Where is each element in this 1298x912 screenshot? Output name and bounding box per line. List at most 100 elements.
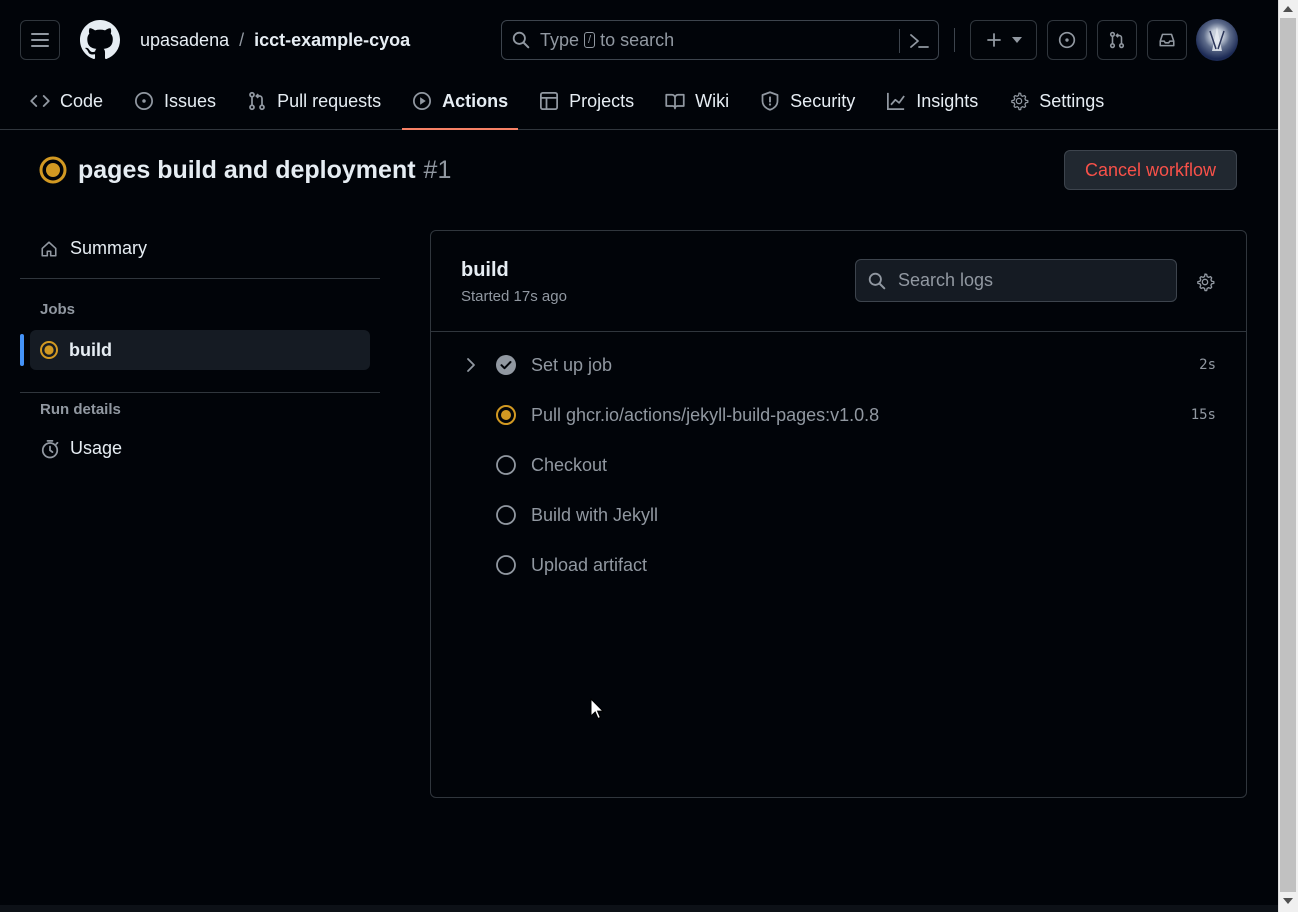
global-search-input[interactable]: Type / to search (501, 20, 939, 60)
table-icon (540, 92, 559, 110)
step-row[interactable]: Upload artifact (431, 545, 1246, 585)
step-row[interactable]: Checkout (431, 445, 1246, 485)
hamburger-icon (31, 33, 49, 47)
step-duration: 15s (1190, 407, 1216, 423)
job-title: build (461, 259, 509, 281)
sidebar-item-build-label: build (69, 339, 112, 360)
tab-wiki[interactable]: Wiki (655, 80, 739, 122)
home-icon (41, 240, 57, 257)
status-strip (0, 905, 1278, 912)
triangle-down-icon (1011, 37, 1022, 43)
avatar-image-icon (1209, 27, 1225, 51)
tab-settings-label: Settings (1039, 90, 1105, 111)
run-details-heading: Run details (40, 401, 121, 418)
search-logs-placeholder: Search logs (898, 270, 994, 290)
sidebar-divider (20, 278, 380, 279)
tab-pull-requests[interactable]: Pull requests (237, 80, 391, 122)
chevron-right-icon[interactable] (465, 357, 477, 373)
jobs-heading: Jobs (40, 301, 76, 318)
job-started-time: Started 17s ago (461, 288, 567, 305)
global-header: upasadena / icct-example-cyoa Type / to … (0, 0, 1278, 130)
run-number: #1 (423, 155, 452, 184)
header-divider (954, 28, 955, 52)
menu-button[interactable] (20, 20, 60, 60)
cancel-workflow-button[interactable]: Cancel workflow (1064, 150, 1237, 190)
repo-name-link[interactable]: icct-example-cyoa (254, 30, 410, 51)
tab-issues-label: Issues (164, 90, 217, 111)
tab-insights-label: Insights (916, 90, 979, 111)
sidebar-item-summary-label: Summary (70, 238, 148, 258)
inbox-button[interactable] (1147, 20, 1187, 60)
step-row[interactable]: Build with Jekyll (431, 495, 1246, 535)
tab-issues[interactable]: Issues (124, 80, 226, 122)
pending-circle-icon (496, 455, 516, 475)
in-progress-status-icon (40, 341, 58, 359)
command-palette-icon[interactable] (907, 29, 931, 53)
shield-icon (761, 91, 779, 111)
pull-requests-button[interactable] (1097, 20, 1137, 60)
search-suffix: to search (600, 29, 675, 50)
code-icon (30, 95, 50, 107)
selected-job-marker (20, 334, 24, 366)
breadcrumb-separator: / (239, 30, 245, 50)
step-duration: 2s (1199, 357, 1216, 373)
tab-actions[interactable]: Actions (402, 80, 519, 130)
repo-owner-link[interactable]: upasadena (140, 30, 229, 51)
run-title: pages build and deployment (78, 155, 416, 184)
stopwatch-icon (41, 439, 59, 458)
scrollbar-thumb[interactable] (1280, 18, 1296, 892)
tab-insights[interactable]: Insights (876, 80, 988, 122)
git-pull-request-icon (1109, 31, 1125, 49)
mouse-pointer-icon (590, 698, 604, 720)
step-row[interactable]: Pull ghcr.io/actions/jekyll-build-pages:… (431, 395, 1246, 435)
pending-circle-icon (496, 555, 516, 575)
log-settings-gear-icon[interactable] (1195, 272, 1215, 292)
search-icon (512, 31, 530, 49)
scroll-down-arrow-icon[interactable] (1283, 898, 1293, 904)
sidebar-item-build[interactable]: build (30, 330, 370, 370)
in-progress-status-icon (496, 405, 516, 425)
tab-pull-requests-label: Pull requests (277, 90, 382, 111)
create-new-button[interactable] (970, 20, 1037, 60)
step-name: Checkout (531, 455, 608, 475)
play-icon (413, 92, 432, 110)
tab-security-label: Security (790, 90, 856, 111)
gear-icon (1011, 92, 1029, 111)
sidebar-item-usage[interactable]: Usage (40, 438, 122, 459)
step-row[interactable]: Set up job 2s (431, 345, 1246, 385)
search-icon (868, 272, 886, 289)
user-avatar[interactable] (1196, 19, 1238, 61)
page-title: pages build and deployment #1 (38, 155, 451, 185)
job-log-header: build Started 17s ago Search logs (431, 231, 1246, 332)
in-progress-status-icon (39, 156, 67, 184)
search-placeholder: Type / to search (540, 30, 674, 51)
job-log-panel: build Started 17s ago Search logs Set up… (430, 230, 1247, 798)
breadcrumb: upasadena / icct-example-cyoa (140, 30, 410, 51)
step-name: Pull ghcr.io/actions/jekyll-build-pages:… (531, 405, 880, 425)
step-name: Upload artifact (531, 555, 648, 575)
check-circle-icon (496, 355, 516, 375)
tab-code-label: Code (60, 90, 104, 111)
git-pull-request-icon (249, 91, 265, 111)
tab-wiki-label: Wiki (695, 90, 730, 111)
scroll-up-arrow-icon[interactable] (1283, 6, 1293, 12)
tab-actions-label: Actions (442, 90, 509, 111)
sidebar-item-summary[interactable]: Summary (40, 238, 147, 259)
search-prefix: Type (540, 29, 580, 50)
tab-settings[interactable]: Settings (999, 80, 1114, 122)
step-name: Set up job (531, 355, 613, 375)
tab-projects[interactable]: Projects (529, 80, 644, 122)
tab-code[interactable]: Code (20, 80, 113, 122)
graph-icon (887, 92, 906, 110)
sidebar-item-usage-label: Usage (70, 438, 123, 458)
tab-security[interactable]: Security (750, 80, 865, 122)
issue-opened-icon (1058, 31, 1076, 49)
sidebar-divider (20, 392, 380, 393)
step-name: Build with Jekyll (531, 505, 659, 525)
search-logs-input[interactable]: Search logs (855, 259, 1177, 302)
plus-icon (986, 33, 1001, 47)
github-logo-icon[interactable] (80, 20, 120, 60)
issues-button[interactable] (1047, 20, 1087, 60)
issue-opened-icon (135, 92, 154, 110)
search-shortcut-key: / (584, 32, 596, 48)
